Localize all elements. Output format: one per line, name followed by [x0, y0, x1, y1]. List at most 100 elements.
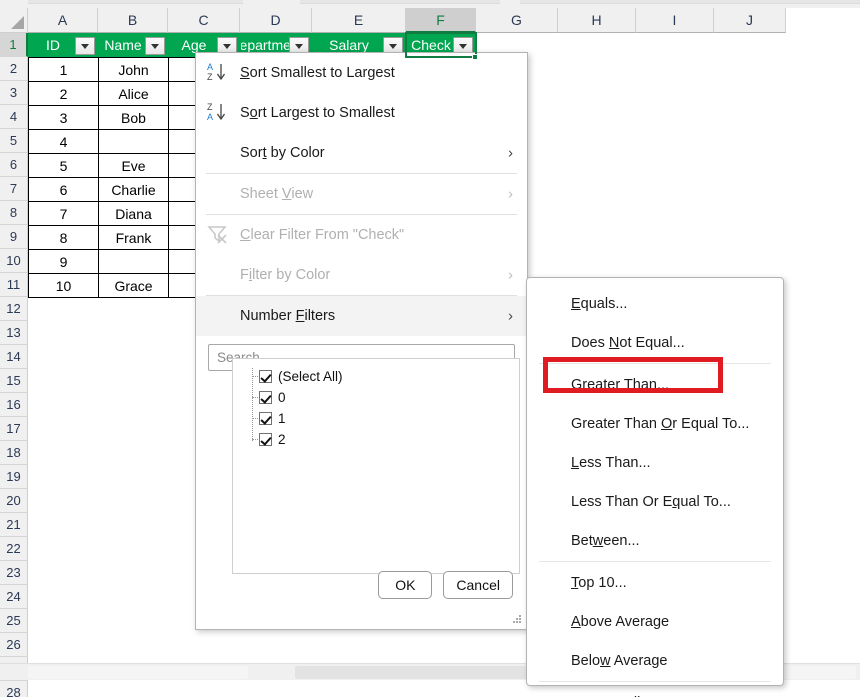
row-header-2[interactable]: 2 [0, 57, 28, 81]
table-header-cell-name[interactable]: Name [98, 33, 168, 57]
table-cell[interactable]: Alice [98, 81, 169, 106]
svg-text:A: A [207, 62, 213, 72]
row-header-6[interactable]: 6 [0, 153, 28, 177]
row-header-15[interactable]: 15 [0, 369, 28, 393]
table-header-cell-id[interactable]: ID [28, 33, 98, 57]
row-header-22[interactable]: 22 [0, 537, 28, 561]
row-header-28[interactable]: 28 [0, 681, 28, 697]
row-header-10[interactable]: 10 [0, 249, 28, 273]
menu-item-sort-largest-to-smallest[interactable]: Z A Sort Largest to Smallest [196, 93, 527, 133]
submenu-item-label: Below Average [571, 652, 668, 669]
table-cell[interactable]: John [98, 57, 169, 82]
column-header-f[interactable]: F [406, 8, 476, 33]
submenu-item-greater-than[interactable]: Greater Than... [527, 365, 783, 404]
row-header-14[interactable]: 14 [0, 345, 28, 369]
row-header-16[interactable]: 16 [0, 393, 28, 417]
table-cell[interactable]: 10 [28, 273, 99, 298]
row-header-24[interactable]: 24 [0, 585, 28, 609]
filter-checkbox-row[interactable]: 0 [247, 387, 519, 408]
column-header-j[interactable]: J [714, 8, 786, 33]
submenu-item-does-not-equal[interactable]: Does Not Equal... [527, 323, 783, 362]
fill-handle[interactable] [472, 54, 478, 60]
table-cell[interactable]: 3 [28, 105, 99, 130]
row-header-11[interactable]: 11 [0, 273, 28, 297]
submenu-item-above-average[interactable]: Above Average [527, 602, 783, 641]
table-cell[interactable]: Frank [98, 225, 169, 250]
table-cell[interactable]: 1 [28, 57, 99, 82]
table-cell[interactable] [98, 249, 169, 274]
row-header-13[interactable]: 13 [0, 321, 28, 345]
table-cell[interactable]: 5 [28, 153, 99, 178]
row-header-26[interactable]: 26 [0, 633, 28, 657]
row-header-3[interactable]: 3 [0, 81, 28, 105]
menu-item-label: Sort Largest to Smallest [240, 105, 395, 121]
filter-checkbox-row[interactable]: 1 [247, 408, 519, 429]
filter-value-listbox[interactable]: (Select All) 0 1 2 [232, 358, 520, 574]
filter-checkbox-row[interactable]: (Select All) [247, 366, 519, 387]
column-header-i[interactable]: I [636, 8, 714, 33]
resize-grip[interactable] [513, 615, 522, 624]
table-cell[interactable]: Bob [98, 105, 169, 130]
submenu-item-greater-than-or-equal-to[interactable]: Greater Than Or Equal To... [527, 404, 783, 443]
column-header-a[interactable]: A [28, 8, 98, 33]
table-cell[interactable]: 2 [28, 81, 99, 106]
filter-dropdown-button-name[interactable] [145, 37, 165, 55]
filter-checkbox-row[interactable]: 2 [247, 429, 519, 450]
submenu-item-top-10[interactable]: Top 10... [527, 563, 783, 602]
row-header-21[interactable]: 21 [0, 513, 28, 537]
table-cell[interactable]: Charlie [98, 177, 169, 202]
table-cell[interactable]: 7 [28, 201, 99, 226]
submenu-separator [539, 363, 771, 364]
row-header-23[interactable]: 23 [0, 561, 28, 585]
row-header-1[interactable]: 1 [0, 33, 28, 57]
checkbox-icon[interactable] [259, 391, 272, 404]
menu-item-label: Sort Smallest to Largest [240, 65, 395, 81]
table-cell[interactable] [98, 129, 169, 154]
ok-button[interactable]: OK [378, 571, 433, 599]
select-all-corner[interactable] [0, 8, 28, 33]
row-header-8[interactable]: 8 [0, 201, 28, 225]
checkbox-icon[interactable] [259, 412, 272, 425]
menu-item-sort-by-color[interactable]: Sort by Color › [196, 133, 527, 173]
row-header-label: 21 [6, 517, 21, 532]
row-header-20[interactable]: 20 [0, 489, 28, 513]
column-header-h[interactable]: H [558, 8, 636, 33]
column-header-c[interactable]: C [168, 8, 240, 33]
row-header-label: 7 [9, 181, 18, 196]
menu-item-number-filters[interactable]: Number Filters › [196, 296, 527, 336]
table-cell[interactable]: 6 [28, 177, 99, 202]
submenu-item-equals[interactable]: Equals... [527, 284, 783, 323]
table-cell[interactable]: Eve [98, 153, 169, 178]
table-cell[interactable]: 4 [28, 129, 99, 154]
row-header-19[interactable]: 19 [0, 465, 28, 489]
row-header-25[interactable]: 25 [0, 609, 28, 633]
column-header-e[interactable]: E [312, 8, 406, 33]
row-header-7[interactable]: 7 [0, 177, 28, 201]
row-header-18[interactable]: 18 [0, 441, 28, 465]
row-header-5[interactable]: 5 [0, 129, 28, 153]
column-header-d[interactable]: D [240, 8, 312, 33]
submenu-item-less-than-or-equal-to[interactable]: Less Than Or Equal To... [527, 482, 783, 521]
checkbox-icon[interactable] [259, 370, 272, 383]
column-header-g[interactable]: G [476, 8, 558, 33]
table-cell[interactable]: Diana [98, 201, 169, 226]
row-header-4[interactable]: 4 [0, 105, 28, 129]
column-header-label: C [198, 12, 209, 28]
filter-button-row: OK Cancel [196, 571, 527, 599]
row-header-17[interactable]: 17 [0, 417, 28, 441]
submenu-item-between[interactable]: Between... [527, 521, 783, 560]
submenu-item-below-average[interactable]: Below Average [527, 641, 783, 680]
cancel-button[interactable]: Cancel [443, 571, 513, 599]
submenu-item-custom-filter[interactable]: Custom Filter... [527, 683, 783, 697]
table-cell[interactable]: 9 [28, 249, 99, 274]
row-header-label: 1 [9, 37, 17, 52]
filter-dropdown-button-id[interactable] [75, 37, 95, 55]
column-header-b[interactable]: B [98, 8, 168, 33]
checkbox-icon[interactable] [259, 433, 272, 446]
row-header-12[interactable]: 12 [0, 297, 28, 321]
table-cell[interactable]: 8 [28, 225, 99, 250]
row-header-9[interactable]: 9 [0, 225, 28, 249]
table-cell[interactable]: Grace [98, 273, 169, 298]
ribbon-segment-3 [520, 0, 860, 4]
submenu-item-less-than[interactable]: Less Than... [527, 443, 783, 482]
